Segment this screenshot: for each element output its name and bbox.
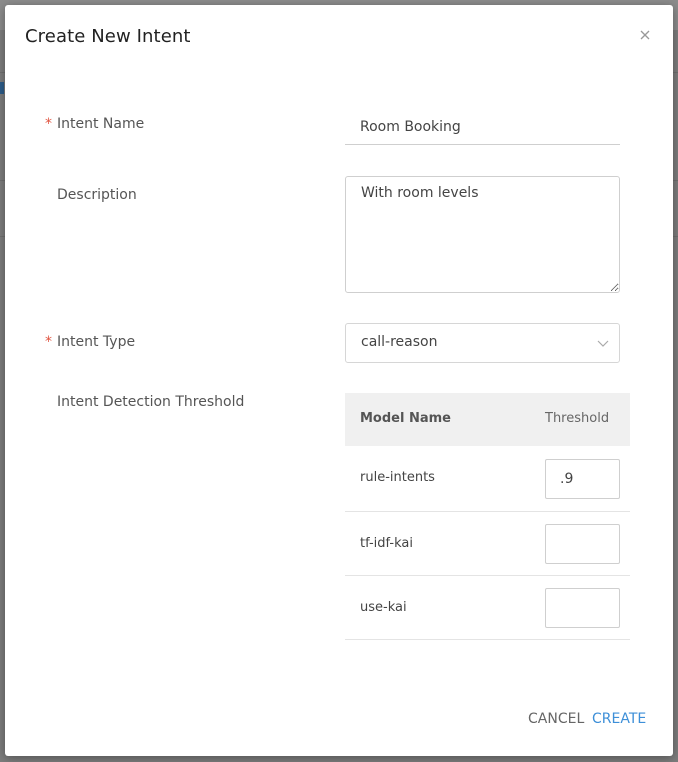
column-header-threshold: Threshold bbox=[545, 411, 610, 426]
cancel-button[interactable]: CANCEL bbox=[528, 711, 584, 727]
model-name-cell: use-kai bbox=[360, 600, 407, 615]
create-button[interactable]: CREATE bbox=[592, 711, 646, 727]
table-row: tf-idf-kai bbox=[345, 512, 630, 576]
threshold-table: Model Name Threshold rule-intents tf-idf… bbox=[345, 393, 630, 640]
create-intent-dialog: Create New Intent * Intent Name Descript… bbox=[5, 5, 673, 756]
intent-type-value: call-reason bbox=[361, 334, 438, 350]
table-row: use-kai bbox=[345, 576, 630, 640]
chevron-down-icon bbox=[597, 340, 609, 347]
description-textarea[interactable]: With room levels bbox=[345, 176, 620, 293]
dialog-title: Create New Intent bbox=[25, 26, 191, 47]
column-header-model: Model Name bbox=[360, 411, 451, 426]
table-row: rule-intents bbox=[345, 446, 630, 512]
intent-name-input[interactable] bbox=[345, 109, 620, 145]
threshold-input[interactable] bbox=[545, 588, 620, 628]
intent-name-label: Intent Name bbox=[57, 116, 145, 132]
threshold-label: Intent Detection Threshold bbox=[57, 394, 245, 410]
intent-type-select[interactable]: call-reason bbox=[345, 323, 620, 363]
close-button[interactable] bbox=[638, 28, 654, 44]
close-icon bbox=[640, 30, 650, 40]
background-accent bbox=[0, 82, 4, 94]
required-marker: * bbox=[45, 334, 52, 350]
intent-type-label: Intent Type bbox=[57, 334, 136, 350]
description-label: Description bbox=[57, 187, 137, 203]
threshold-input[interactable] bbox=[545, 524, 620, 564]
model-name-cell: tf-idf-kai bbox=[360, 536, 413, 551]
threshold-input[interactable] bbox=[545, 459, 620, 499]
required-marker: * bbox=[45, 116, 52, 132]
table-header: Model Name Threshold bbox=[345, 393, 630, 446]
model-name-cell: rule-intents bbox=[360, 470, 435, 485]
